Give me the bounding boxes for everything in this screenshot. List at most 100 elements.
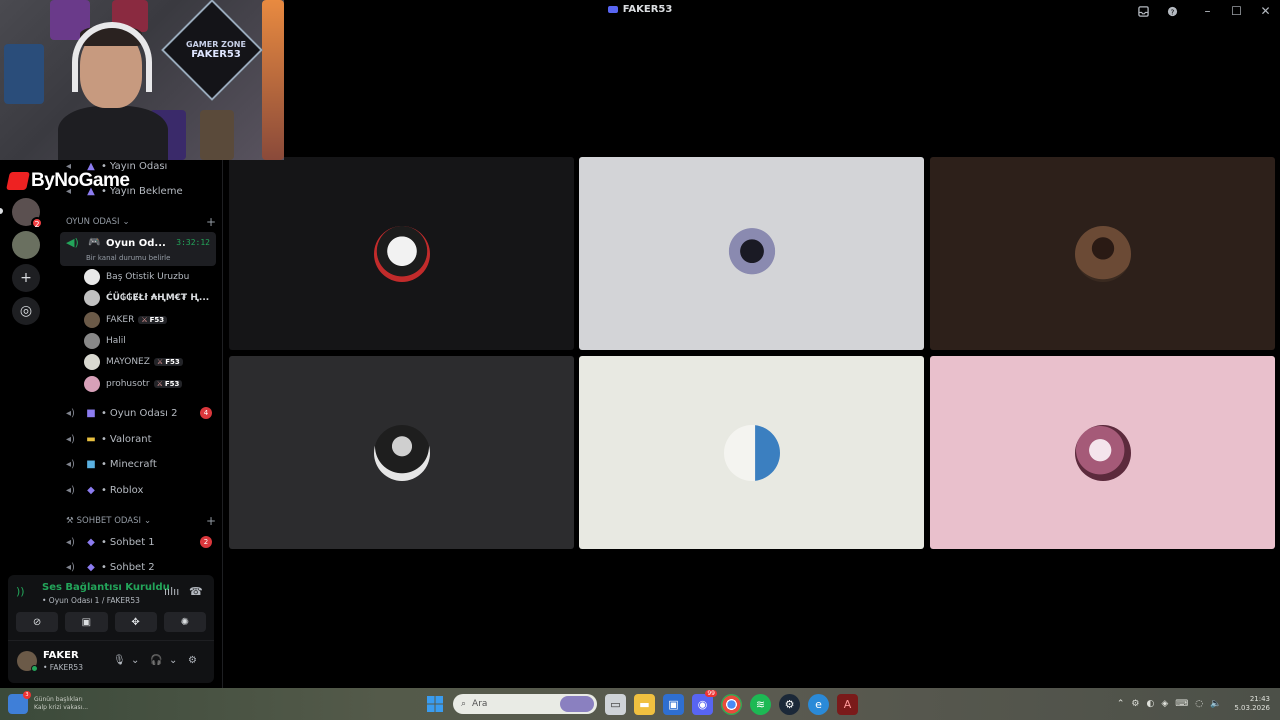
soundboard-button[interactable]: ✺ [163,612,206,632]
server-mention-badge: 2 [31,217,43,229]
wifi-icon[interactable]: ◌ [1195,699,1203,709]
video-tile-1[interactable] [229,157,574,350]
add-channel-icon[interactable]: + [206,215,216,229]
speaker-icon: ◂) [66,458,75,470]
bynogame-icon [6,172,30,190]
voice-member[interactable]: prohusotr ⚔ F53 [84,375,216,393]
camera-off-button[interactable]: ⊘ [16,612,59,632]
disconnect-icon[interactable]: ☎ [189,585,203,598]
voice-member[interactable]: FAKER ⚔ F53 [84,311,216,329]
channel-minecraft[interactable]: ◂) ■ • Minecraft [60,454,216,474]
chevron-down-icon[interactable]: ⌄ [131,655,139,666]
participant-avatar [373,225,430,282]
avatar [84,354,100,370]
video-tile-5[interactable] [579,356,924,549]
video-tile-6[interactable] [930,356,1275,549]
signal-icon[interactable]: )) [16,585,36,603]
store-icon[interactable]: ▣ [663,693,684,715]
speaker-icon: ◂) [66,407,75,419]
inbox-icon[interactable] [1129,0,1158,22]
task-view-icon[interactable]: ▭ [605,693,626,715]
voice-member[interactable]: Baş Otistik Uruzbu [84,268,216,286]
steam-icon[interactable]: ⚙ [779,693,800,715]
avatar [84,333,100,349]
category-oyun-odasi[interactable]: OYUN ODASI ⌄ + [66,215,216,229]
voice-status-subtitle[interactable]: • Oyun Odası 1 / FAKER53 [42,596,140,605]
bynogame-logo: ByNoGame [6,170,130,192]
neon-sign [4,44,44,104]
spotify-icon[interactable]: ≋ [750,693,771,715]
voice-member[interactable]: MAYONEZ ⚔ F53 [84,353,216,371]
server-tag: ⚔ F53 [153,380,183,388]
speaker-icon: ◀) [66,236,79,249]
discord-icon[interactable]: ◉ 99 [692,689,717,715]
category-sohbet-odasi[interactable]: ⚒ SOHBET ODASI ⌄ + [66,514,216,528]
maximize-icon[interactable]: ☐ [1222,0,1251,22]
member-name: Baş Otistik Uruzbu [106,272,190,282]
minimize-icon[interactable]: – [1193,0,1222,22]
volume-icon[interactable]: 🔈 [1210,699,1221,709]
discover-icon[interactable]: ◎ [12,297,40,325]
chevron-down-icon: ⌄ [144,516,152,526]
channel-status[interactable]: Bir kanal durumu belirle [86,254,170,262]
gear-icon[interactable]: ⚙ [188,655,197,666]
gamepad-icon: ■ [86,407,96,419]
member-name: MAYONEZ [106,357,150,367]
voice-member[interactable]: ĆÜ₲₲ɆŁł ₳ⱧM€₮ Ⱨ... [84,289,216,307]
help-icon[interactable]: ? [1158,0,1187,22]
add-server-icon[interactable]: + [12,264,40,292]
channel-name: Sohbet 2 [109,561,155,573]
soundboard-wave-icon[interactable]: ıılıı [164,585,179,598]
chrome-icon[interactable] [721,693,742,715]
channel-badge: 2 [200,536,212,548]
headphones-icon[interactable]: 🎧 [150,655,162,666]
taskbar-search[interactable]: ⌕ Ara [453,694,597,714]
clock[interactable]: 21:43 5.03.2026 [1234,695,1270,713]
channel-sohbet-2[interactable]: ◂) ◆ • Sohbet 2 [60,557,216,575]
separator: • [101,484,107,496]
online-status-dot [31,665,38,672]
windows-start-icon[interactable] [424,694,445,715]
activities-button[interactable]: ✥ [114,612,157,632]
close-icon[interactable]: ✕ [1251,0,1280,22]
avatar [84,290,100,306]
channel-oyun-odasi-1[interactable]: ◀) 🎮 Oyun Od... 3:32:12 Bir kanal durumu… [60,232,216,266]
screen-share-button[interactable]: ▣ [65,612,108,632]
tray-app-icon[interactable]: ◈ [1161,699,1168,709]
server-tag: ⚔ F53 [153,358,183,366]
channel-valorant[interactable]: ◂) ▬ • Valorant [60,429,216,449]
voice-member[interactable]: Halil [84,332,216,350]
microphone-icon[interactable]: 🎙 [113,655,126,666]
discord-badge: 99 [705,689,717,697]
news-text: Günün başlıkları Kalp krizi vakası... [34,696,88,712]
user-subtitle: • FAKER53 [43,663,83,672]
user-name[interactable]: FAKER [43,650,79,661]
video-tile-3[interactable] [930,157,1275,350]
channel-oyun-odasi-2[interactable]: ◂) ■ • Oyun Odası 2 4 [60,403,216,423]
server-icon[interactable] [12,231,40,259]
chat-icon: ◆ [87,561,95,573]
edge-icon[interactable]: e [808,693,829,715]
channel-list: ◂ ▲ • Yayın Odası ◂ ▲ • Yayın Bekleme OYUN ODA… [54,160,222,575]
file-explorer-icon[interactable]: ▬ [634,693,655,715]
app-root: FAKER53 ? – ☐ ✕ 2 + ◎ ◂ ▲ • Yayın Odası … [0,0,1280,720]
channel-name: Sohbet 1 [109,536,155,548]
channel-roblox[interactable]: ◂) ◆ • Roblox [60,480,216,500]
chevron-up-icon[interactable]: ⌃ [1117,699,1125,709]
video-tile-2[interactable] [579,157,924,350]
news-line-2: Kalp krizi vakası... [34,704,89,711]
tray-app-icon[interactable]: ⚙ [1131,699,1139,709]
roblox-icon: ◆ [87,484,95,496]
video-tile-4[interactable] [229,356,574,549]
server-icon[interactable]: 2 [12,198,43,229]
adobe-icon[interactable]: A [837,693,858,715]
keyboard-icon[interactable]: ⌨ [1175,699,1188,709]
voice-status-title[interactable]: Ses Bağlantısı Kuruldu [42,582,170,593]
tray-app-icon[interactable]: ◐ [1147,699,1155,709]
add-channel-icon[interactable]: + [206,514,216,528]
weather-widget[interactable]: 3 Günün başlıkları Kalp krizi vakası... [8,691,88,714]
window-title-text: FAKER53 [622,4,673,15]
channel-sohbet-1[interactable]: ◂) ◆ • Sohbet 1 2 [60,532,216,552]
participant-avatar [1074,225,1131,282]
chevron-down-icon[interactable]: ⌄ [169,655,177,666]
